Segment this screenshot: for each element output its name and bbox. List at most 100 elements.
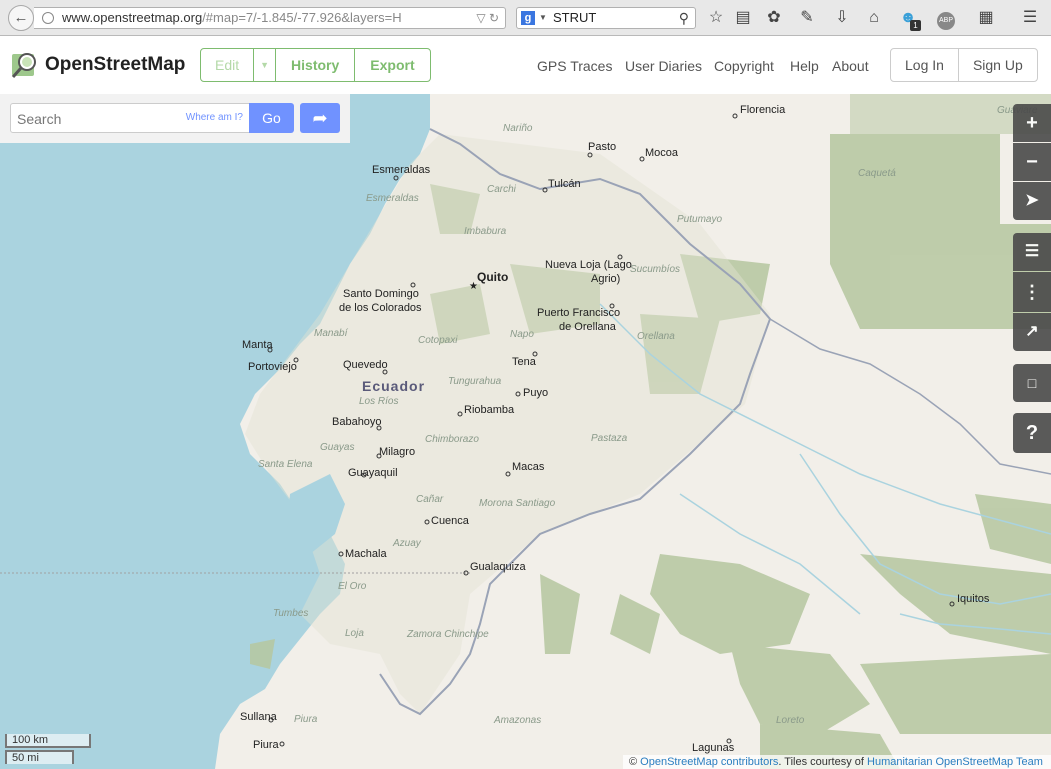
zoom-in-icon[interactable]: + xyxy=(1013,104,1051,142)
chevron-down-icon[interactable]: ▼ xyxy=(539,8,547,28)
region-label: Esmeraldas xyxy=(366,193,419,204)
city-label: de los Colorados xyxy=(339,302,422,314)
magnifier-icon[interactable]: ⚲ xyxy=(679,8,689,28)
city-label: Pasto xyxy=(588,141,616,153)
city-label: Macas xyxy=(512,461,545,473)
region-label: Loreto xyxy=(776,715,805,726)
nav-gps-traces[interactable]: GPS Traces xyxy=(537,58,612,74)
back-arrow-icon[interactable]: ← xyxy=(8,5,34,31)
city-label: Santo Domingo xyxy=(343,288,419,300)
search-query: STRUT xyxy=(553,10,597,25)
where-am-i-link[interactable]: Where am I? xyxy=(186,112,243,123)
help-icon[interactable]: ? xyxy=(1013,413,1051,453)
address-bar[interactable]: www.openstreetmap.org/#map=7/-1.845/-77.… xyxy=(34,7,506,29)
globe-icon xyxy=(42,12,54,24)
search-box[interactable]: g ▼ STRUT ⚲ xyxy=(516,7,696,29)
info-icon[interactable]: ⋮ xyxy=(1013,272,1051,312)
history-button[interactable]: History xyxy=(275,49,354,81)
region-label: Piura xyxy=(294,714,318,725)
city-label: Agrio) xyxy=(591,273,620,285)
extension-icon[interactable]: ✿ xyxy=(764,8,784,28)
city-label: Gualaquiza xyxy=(470,561,527,573)
qr-icon[interactable]: ▦ xyxy=(976,8,996,28)
region-label: Morona Santiago xyxy=(479,498,556,509)
star-icon[interactable]: ☆ xyxy=(706,8,726,28)
ghost-icon[interactable]: ☻ 1 xyxy=(898,8,921,31)
nav-user-diaries[interactable]: User Diaries xyxy=(625,58,702,74)
region-label: Cañar xyxy=(416,494,444,505)
city-label: Puyo xyxy=(523,387,548,399)
region-label: Zamora Chinchipe xyxy=(406,629,489,640)
zoom-out-icon[interactable]: − xyxy=(1013,143,1051,181)
adblock-label: ABP xyxy=(937,12,955,30)
signup-button[interactable]: Sign Up xyxy=(957,49,1037,81)
browser-toolbar: ← www.openstreetmap.org/#map=7/-1.845/-7… xyxy=(0,0,1051,36)
city-label: Piura xyxy=(253,739,280,751)
note-icon[interactable]: □ xyxy=(1013,364,1051,402)
scale-km: 100 km xyxy=(5,734,91,748)
city-label: Florencia xyxy=(740,104,786,116)
download-icon[interactable]: ⇩ xyxy=(832,8,852,28)
reload-icon[interactable]: ▽ ↻ xyxy=(476,8,499,28)
attribution: © OpenStreetMap contributors. Tiles cour… xyxy=(623,755,1051,769)
map-canvas[interactable]: Florencia Pasto Mocoa Tulcán Esmeraldas … xyxy=(0,94,1051,769)
brand-name[interactable]: OpenStreetMap xyxy=(45,54,185,76)
city-label: Milagro xyxy=(379,446,415,458)
city-label: Lagunas xyxy=(692,742,735,754)
reading-list-icon[interactable]: ▤ xyxy=(733,8,753,28)
country-label: Ecuador xyxy=(362,378,425,394)
layers-icon[interactable]: ☰ xyxy=(1013,233,1051,271)
search-input[interactable]: Search Where am I? xyxy=(10,103,250,133)
city-label: Quevedo xyxy=(343,359,388,371)
region-label: Amazonas xyxy=(493,715,541,726)
region-label: Caquetá xyxy=(858,168,896,179)
notification-badge: 1 xyxy=(910,20,921,31)
region-label: Manabí xyxy=(314,328,349,339)
osm-contributors-link[interactable]: OpenStreetMap contributors xyxy=(640,756,778,768)
export-button[interactable]: Export xyxy=(354,49,429,81)
screenshot-icon[interactable]: ✎ xyxy=(797,8,817,28)
city-label: Iquitos xyxy=(957,593,990,605)
region-label: Loja xyxy=(345,628,364,639)
home-icon[interactable]: ⌂ xyxy=(864,8,884,28)
city-label: Babahoyo xyxy=(332,416,382,428)
hot-link[interactable]: Humanitarian OpenStreetMap Team xyxy=(867,756,1043,768)
search-panel: Search Where am I? Go ➦ xyxy=(0,94,350,143)
share-icon[interactable]: ↗ xyxy=(1013,313,1051,351)
city-label: Esmeraldas xyxy=(372,164,431,176)
city-label: Quito xyxy=(477,270,508,284)
region-label: Imbabura xyxy=(464,226,507,237)
osm-logo-icon[interactable] xyxy=(10,50,40,80)
city-label: Tena xyxy=(512,356,537,368)
edit-button[interactable]: Edit xyxy=(201,49,253,81)
region-label: El Oro xyxy=(338,581,367,592)
directions-icon[interactable]: ➦ xyxy=(300,103,340,133)
url-text: www.openstreetmap.org/#map=7/-1.845/-77.… xyxy=(62,10,402,25)
menu-icon[interactable]: ☰ xyxy=(1020,8,1040,28)
copyright-symbol: © xyxy=(629,756,638,768)
region-label: Santa Elena xyxy=(258,459,313,470)
city-label: Sullana xyxy=(240,711,278,723)
region-label: Los Ríos xyxy=(359,396,398,407)
city-label: Mocoa xyxy=(645,147,679,159)
auth-buttons: Log In Sign Up xyxy=(890,48,1038,82)
region-label: Napo xyxy=(510,329,534,340)
nav-copyright[interactable]: Copyright xyxy=(714,58,774,74)
go-button[interactable]: Go xyxy=(249,103,294,133)
region-label: Putumayo xyxy=(677,214,722,225)
city-label: de Orellana xyxy=(559,321,617,333)
nav-about[interactable]: About xyxy=(832,58,869,74)
nav-help[interactable]: Help xyxy=(790,58,819,74)
region-label: Pastaza xyxy=(591,433,628,444)
google-icon: g xyxy=(521,11,535,25)
region-label: Guayas xyxy=(320,442,354,453)
city-label: Manta xyxy=(242,339,273,351)
login-button[interactable]: Log In xyxy=(891,49,958,81)
region-label: Tumbes xyxy=(273,608,308,619)
search-placeholder: Search xyxy=(17,111,62,127)
chevron-down-icon[interactable]: ▼ xyxy=(253,49,275,81)
adblock-icon[interactable]: ABP xyxy=(932,8,960,30)
region-label: Tungurahua xyxy=(448,376,502,387)
locate-icon[interactable]: ➤ xyxy=(1013,182,1051,220)
city-label: Portoviejo xyxy=(248,361,297,373)
